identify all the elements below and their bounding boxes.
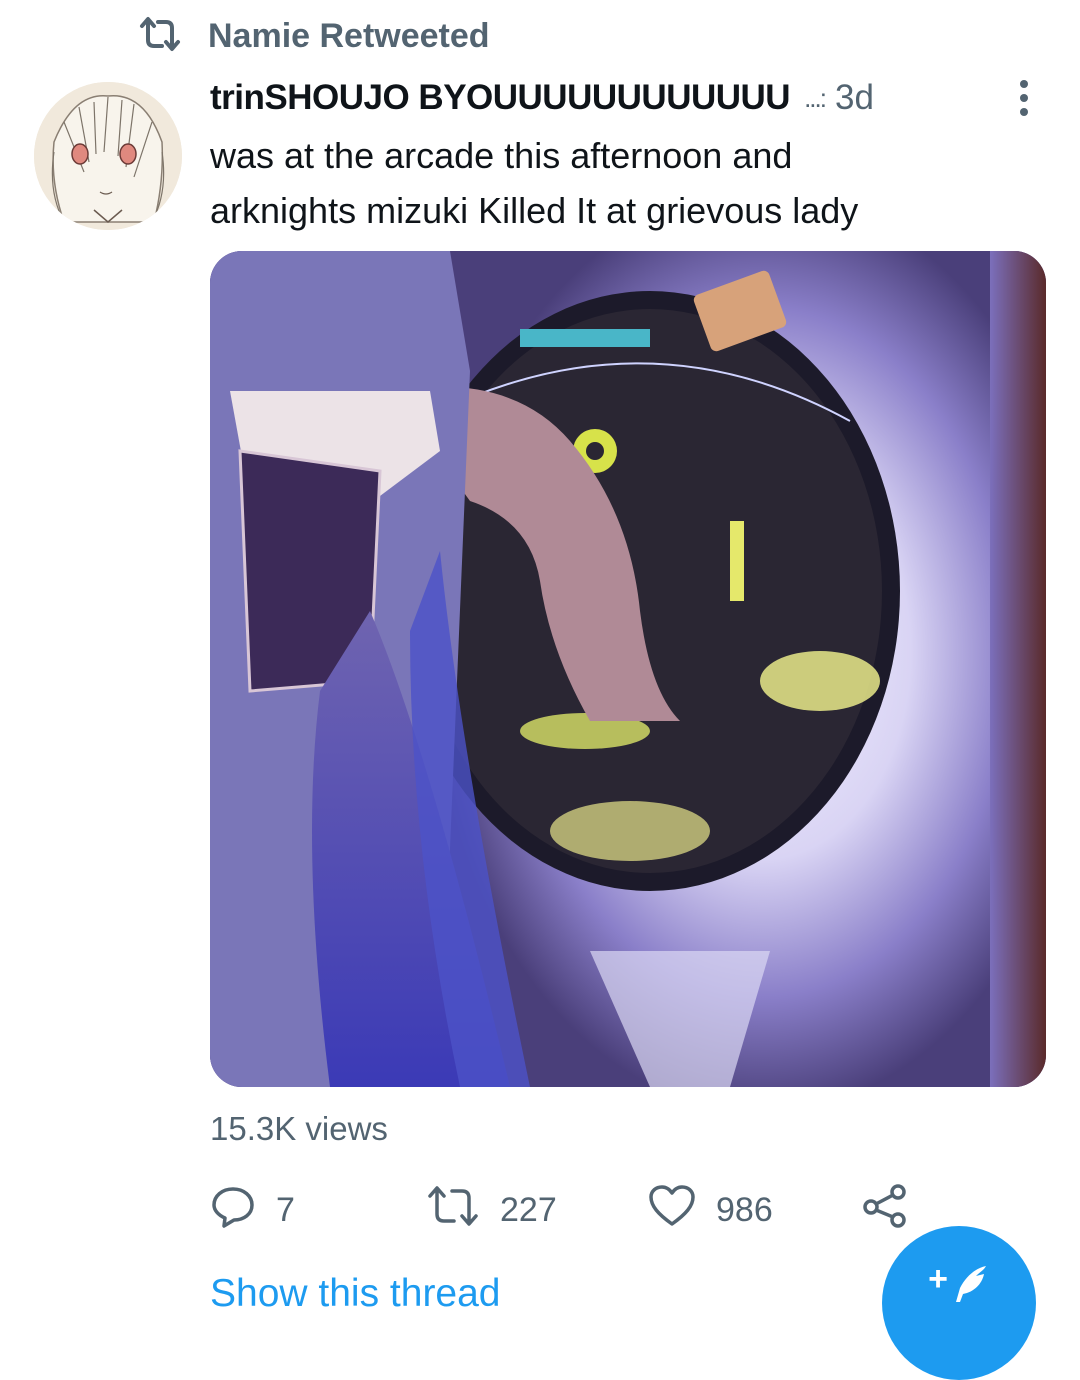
tweet-text-line: was at the arcade this afternoon and: [210, 135, 793, 176]
tweet-actions: 7 227 986: [210, 1182, 1040, 1238]
tweet-header: trinSHOUJO BYOUUUUUUUUUUUU ...: 3d: [210, 74, 1040, 122]
name-suffix: ...:: [804, 82, 827, 113]
tweet-timestamp[interactable]: 3d: [835, 78, 874, 118]
share-icon: [862, 1183, 908, 1238]
retweet-icon: [426, 1184, 480, 1237]
retweet-button[interactable]: 227: [426, 1182, 557, 1238]
compose-plus: +: [928, 1260, 948, 1298]
avatar[interactable]: [34, 82, 182, 230]
author-display-name[interactable]: trinSHOUJO BYOUUUUUUUUUUUU: [210, 78, 791, 118]
retweet-count: 227: [500, 1190, 557, 1229]
compose-button[interactable]: +: [882, 1226, 1036, 1380]
reply-icon: [210, 1183, 256, 1238]
share-button[interactable]: [862, 1182, 908, 1238]
heart-icon: [648, 1184, 696, 1237]
reply-button[interactable]: 7: [210, 1182, 295, 1238]
show-thread-link[interactable]: Show this thread: [210, 1272, 501, 1316]
more-vertical-icon[interactable]: [1012, 78, 1036, 118]
retweet-icon: [138, 16, 182, 57]
like-button[interactable]: 986: [648, 1182, 773, 1238]
avatar-sketch: [34, 82, 182, 230]
view-count: 15.3K views: [210, 1110, 388, 1147]
tweet-video-media[interactable]: [210, 251, 1046, 1087]
like-count: 986: [716, 1190, 773, 1229]
reply-count: 7: [276, 1190, 295, 1229]
tweet-text-line: arknights mizuki Killed It at grievous l…: [210, 190, 859, 231]
retweet-banner[interactable]: Namie Retweeted: [138, 14, 490, 58]
compose-feather-icon: +: [928, 1262, 990, 1306]
retweet-banner-text[interactable]: Namie Retweeted: [208, 17, 490, 56]
arcade-video-thumbnail: [210, 251, 1046, 1087]
tweet-text: was at the arcade this afternoon and ark…: [210, 128, 1040, 238]
